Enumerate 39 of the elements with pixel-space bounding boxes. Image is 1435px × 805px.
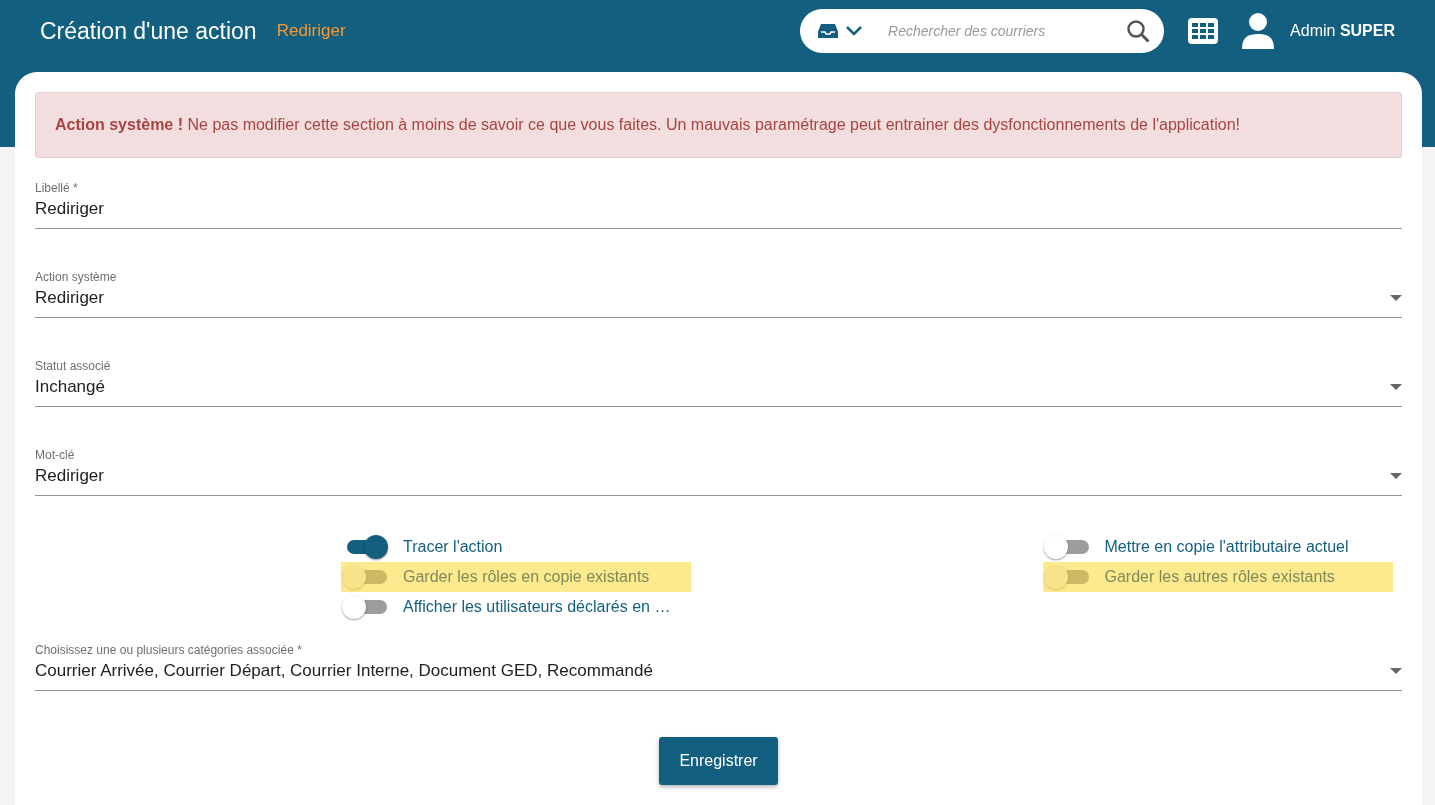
- field-value: Rediriger: [35, 465, 104, 487]
- dropdown-arrow-icon[interactable]: [1390, 668, 1402, 674]
- select-field[interactable]: Mot-clé Rediriger: [35, 447, 1402, 496]
- field-label: Statut associé: [35, 358, 112, 374]
- select-field[interactable]: Statut associé Inchangé: [35, 358, 1402, 407]
- chevron-down-icon[interactable]: [846, 26, 863, 36]
- field-value: Rediriger: [35, 198, 104, 220]
- toggle-label: Mettre en copie l'attributaire actuel: [1104, 537, 1349, 557]
- toggle-switch[interactable]: [341, 594, 389, 620]
- page-subtitle: Rediriger: [276, 20, 346, 43]
- save-button[interactable]: Enregistrer: [659, 737, 778, 785]
- field-label: Choisissez une ou plusieurs catégories associée *: [35, 642, 303, 658]
- warning-alert: Action système ! Ne pas modifier cette section à moins de savoir ce que vous faites. Un mauvais paramétrage peut entrainer des dysfonctionnements de l'application!: [35, 92, 1402, 158]
- field-label: Mot-clé: [35, 447, 76, 463]
- field-label: Action système: [35, 269, 118, 285]
- toggle-label: Garder les rôles en copie existants: [403, 567, 650, 587]
- toggle-switch[interactable]: [1042, 534, 1091, 560]
- dropdown-arrow-icon[interactable]: [1390, 384, 1402, 390]
- select-field[interactable]: Action système Rediriger: [35, 269, 1402, 318]
- toggle-label: Afficher les utilisateurs déclarés en …: [403, 597, 671, 617]
- dropdown-arrow-icon[interactable]: [1390, 295, 1402, 301]
- toggle-switch[interactable]: [1042, 564, 1091, 590]
- categories-select[interactable]: Choisissez une ou plusieurs catégories associée * Courrier Arrivée, Courrier Départ, Courrier Interne, Document GED, Recommandé: [35, 642, 1402, 691]
- field-value: Rediriger: [35, 287, 104, 309]
- field-value: Courrier Arrivée, Courrier Départ, Courrier Interne, Document GED, Recommandé: [35, 660, 653, 682]
- field-value: Inchangé: [35, 376, 105, 398]
- toggle-label: Tracer l'action: [403, 537, 503, 557]
- toggle-label: Garder les autres rôles existants: [1104, 567, 1335, 587]
- user-name[interactable]: Admin SUPER: [1290, 19, 1395, 43]
- toggle-switch[interactable]: [341, 564, 389, 590]
- inbox-icon[interactable]: [818, 23, 839, 39]
- user-icon[interactable]: [1242, 13, 1275, 49]
- search-icon[interactable]: [1126, 19, 1151, 43]
- page-title: Création d'une action: [40, 16, 257, 46]
- grid-menu-icon[interactable]: [1188, 18, 1219, 44]
- search-field[interactable]: Rechercher des courriers: [800, 9, 1165, 53]
- dropdown-arrow-icon[interactable]: [1390, 473, 1402, 479]
- input-field[interactable]: Libellé * Rediriger: [35, 180, 1402, 229]
- field-label: Libellé *: [35, 180, 79, 196]
